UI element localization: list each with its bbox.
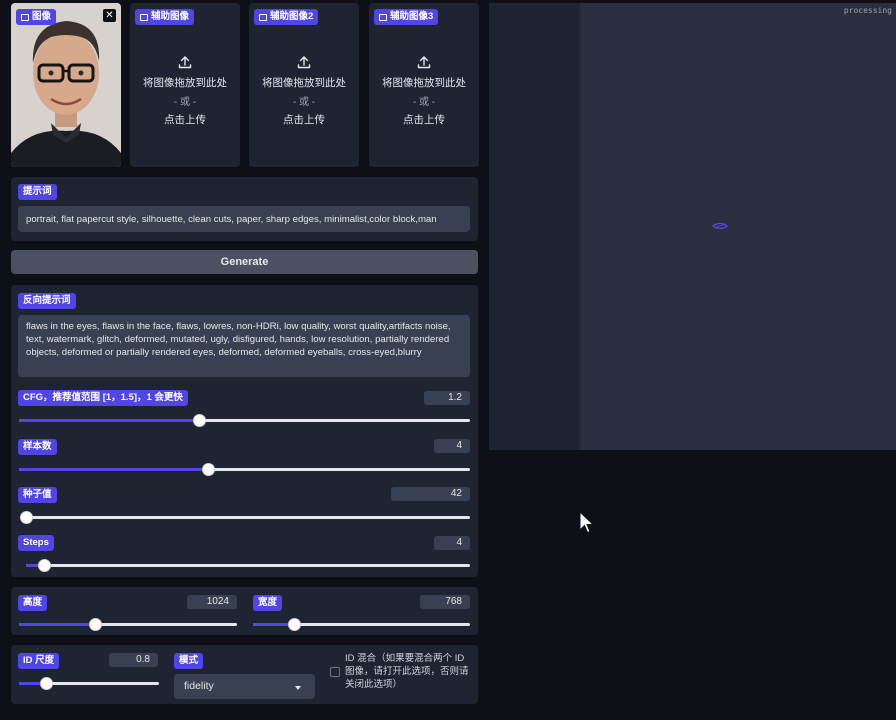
image-icon — [259, 13, 267, 21]
height-value[interactable]: 1024 — [187, 595, 237, 609]
seed-slider[interactable] — [20, 511, 470, 524]
mouse-cursor-icon — [579, 511, 595, 534]
click-upload-text[interactable]: 点击上传 — [369, 112, 479, 127]
drop-text: 将图像拖放到此处 — [262, 77, 346, 89]
seed-value[interactable]: 42 — [391, 487, 470, 501]
aux-image-label-3: 辅助图像3 — [390, 11, 434, 22]
aux-image-label-2: 辅助图像2 — [270, 11, 314, 22]
image-icon — [379, 13, 387, 21]
samples-label: 样本数 — [18, 439, 57, 455]
steps-label: Steps — [18, 535, 54, 551]
generate-button[interactable]: Generate — [11, 250, 478, 274]
prompt-input[interactable]: portrait, flat papercut style, silhouett… — [18, 206, 470, 232]
aux-image-upload-3[interactable]: 辅助图像3 将图像拖放到此处 - 或 - 点击上传 — [369, 3, 479, 167]
slider-thumb[interactable] — [202, 463, 216, 476]
upload-icon — [417, 56, 431, 69]
samples-value[interactable]: 4 — [434, 439, 470, 453]
or-text: - 或 - — [173, 97, 197, 108]
click-upload-text[interactable]: 点击上传 — [130, 112, 240, 127]
output-left-strip — [489, 3, 580, 450]
aux-image-tag-3: 辅助图像3 — [374, 9, 439, 25]
negative-prompt-input[interactable]: flaws in the eyes, flaws in the face, fl… — [18, 315, 470, 377]
height-label: 高度 — [18, 595, 48, 611]
settings-panel: 反向提示词 flaws in the eyes, flaws in the fa… — [11, 285, 478, 577]
width-slider[interactable] — [253, 618, 470, 631]
aux-image-tag-1: 辅助图像 — [135, 9, 195, 25]
upload-area-2[interactable]: 将图像拖放到此处 - 或 - 点击上传 — [249, 55, 359, 127]
click-upload-text[interactable]: 点击上传 — [249, 112, 359, 127]
drop-text: 将图像拖放到此处 — [382, 77, 466, 89]
slider-thumb[interactable] — [39, 677, 53, 690]
aux-image-tag-2: 辅助图像2 — [254, 9, 319, 25]
upload-area-3[interactable]: 将图像拖放到此处 - 或 - 点击上传 — [369, 55, 479, 127]
width-label: 宽度 — [253, 595, 283, 611]
chevron-down-icon — [295, 686, 301, 690]
loading-icon — [712, 222, 728, 230]
cfg-value[interactable]: 1.2 — [424, 391, 470, 405]
aux-image-label-1: 辅助图像 — [151, 11, 190, 22]
main-image-upload[interactable]: 图像 ✕ — [11, 3, 121, 167]
seed-label: 种子值 — [18, 487, 57, 503]
cfg-label: CFG，推荐值范围 [1，1.5]，1 会更快 — [18, 390, 188, 406]
id-panel: ID 尺度 0.8 模式 fidelity ID 混合（如果要混合两个 ID 图… — [11, 645, 478, 704]
upload-area-1[interactable]: 将图像拖放到此处 - 或 - 点击上传 — [130, 55, 240, 127]
aux-image-upload-1[interactable]: 辅助图像 将图像拖放到此处 - 或 - 点击上传 — [130, 3, 240, 167]
upload-icon — [297, 56, 311, 69]
main-image-tag: 图像 — [16, 9, 57, 25]
or-text: - 或 - — [292, 97, 316, 108]
width-value[interactable]: 768 — [420, 595, 470, 609]
cfg-slider[interactable] — [19, 414, 470, 427]
mode-select[interactable]: fidelity — [174, 674, 315, 699]
mode-value: fidelity — [184, 680, 214, 692]
prompt-label: 提示词 — [18, 184, 57, 200]
id-scale-label: ID 尺度 — [18, 653, 60, 669]
slider-thumb[interactable] — [89, 618, 103, 631]
id-scale-value[interactable]: 0.8 — [109, 653, 158, 667]
drop-text: 将图像拖放到此处 — [143, 77, 227, 89]
steps-value[interactable]: 4 — [434, 536, 470, 550]
or-text: - 或 - — [412, 97, 436, 108]
slider-thumb[interactable] — [193, 414, 207, 427]
main-image-label: 图像 — [32, 11, 52, 22]
aux-image-upload-2[interactable]: 辅助图像2 将图像拖放到此处 - 或 - 点击上传 — [249, 3, 359, 167]
height-slider[interactable] — [19, 618, 237, 631]
mode-label: 模式 — [174, 653, 204, 669]
slider-thumb[interactable] — [20, 511, 33, 524]
samples-slider[interactable] — [19, 463, 470, 476]
slider-thumb[interactable] — [37, 559, 51, 572]
upload-icon — [178, 56, 192, 69]
slider-thumb[interactable] — [288, 618, 302, 631]
output-panel: processing — [489, 3, 896, 450]
close-icon[interactable]: ✕ — [103, 9, 116, 22]
size-panel: 高度 1024 宽度 768 — [11, 587, 478, 635]
negative-prompt-label: 反向提示词 — [18, 293, 76, 309]
prompt-panel: 提示词 portrait, flat papercut style, silho… — [11, 177, 478, 241]
image-icon — [140, 13, 148, 21]
id-mix-checkbox[interactable] — [330, 667, 340, 677]
processing-status: processing — [843, 6, 892, 15]
steps-slider[interactable] — [26, 559, 470, 572]
id-scale-slider[interactable] — [19, 677, 159, 690]
image-icon — [21, 13, 29, 21]
id-mix-label: ID 混合（如果要混合两个 ID 图像，请打开此选项，否则请关闭此选项） — [345, 653, 469, 690]
portrait-image — [11, 3, 121, 167]
